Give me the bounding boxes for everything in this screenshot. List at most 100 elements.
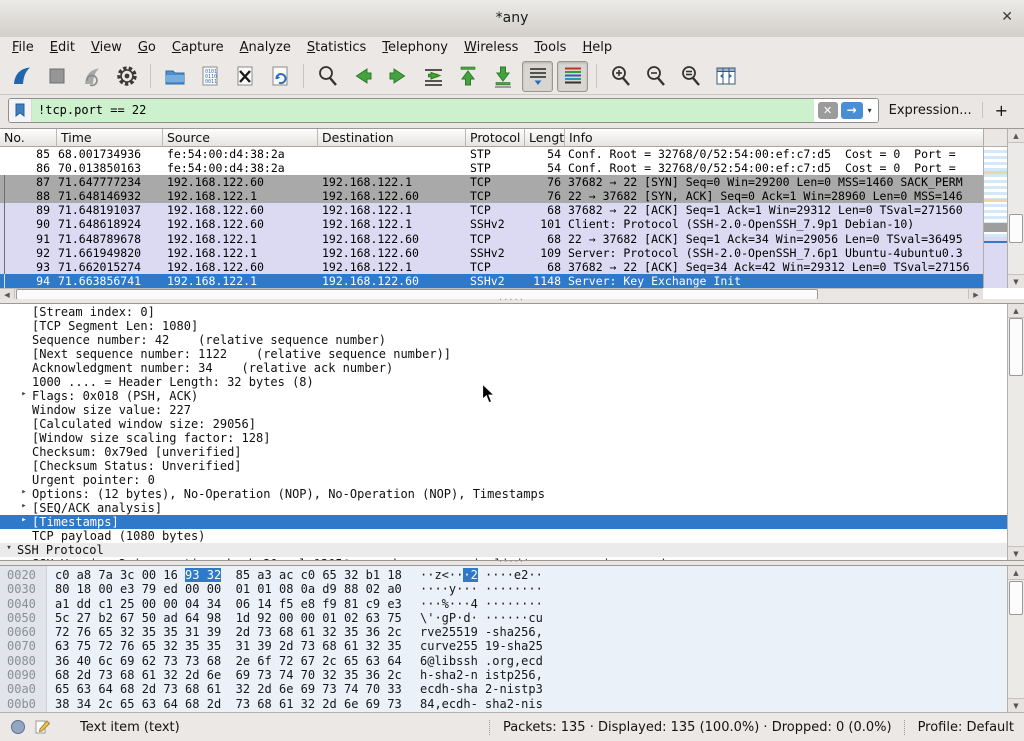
packet-row-86[interactable]: 8670.013850163fe:54:00:d4:38:2aSTP54Conf…: [0, 161, 983, 175]
zoom-in-button[interactable]: [605, 61, 636, 92]
auto-scroll-button[interactable]: [522, 61, 553, 92]
detail-row[interactable]: TCP payload (1080 bytes): [0, 529, 1007, 543]
display-filter-input[interactable]: !tcp.port == 22 ✕ → ▾: [8, 98, 879, 123]
column-header-source[interactable]: Source: [163, 129, 318, 147]
save-file-button[interactable]: 010101100011: [194, 61, 225, 92]
column-header-protocol[interactable]: Protocol: [466, 129, 525, 147]
resize-columns-button[interactable]: [710, 61, 741, 92]
detail-row[interactable]: [Stream index: 0]: [0, 305, 1007, 319]
menu-file[interactable]: File: [4, 39, 42, 56]
hex-row-0070[interactable]: 007063 75 72 76 65 32 35 35 31 39 2d 73 …: [0, 639, 1007, 653]
hex-row-00a0[interactable]: 00a065 63 64 68 2d 73 68 61 32 2d 6e 69 …: [0, 682, 1007, 696]
details-vertical-scrollbar[interactable]: ▲ ▼: [1007, 304, 1024, 560]
packet-list-vertical-scrollbar[interactable]: ▲ ▼: [1007, 129, 1024, 288]
go-back-button[interactable]: [347, 61, 378, 92]
scroll-down-arrow[interactable]: ▼: [1008, 698, 1024, 712]
detail-row[interactable]: Acknowledgment number: 34 (relative ack …: [0, 361, 1007, 375]
filter-dropdown-caret[interactable]: ▾: [866, 106, 874, 115]
column-header-destination[interactable]: Destination: [318, 129, 466, 147]
title-bar[interactable]: *any ✕: [0, 0, 1024, 38]
capture-options-button[interactable]: [111, 61, 142, 92]
menu-help[interactable]: Help: [574, 39, 620, 56]
expand-arrow[interactable]: ▸: [19, 501, 29, 511]
profile-label[interactable]: Profile: Default: [918, 720, 1014, 735]
zoom-original-button[interactable]: [675, 61, 706, 92]
detail-row[interactable]: Sequence number: 42 (relative sequence n…: [0, 333, 1007, 347]
detail-row-flags[interactable]: ▸Flags: 0x018 (PSH, ACK): [0, 389, 1007, 403]
packet-row-93[interactable]: 9371.662015274192.168.122.60192.168.122.…: [0, 260, 983, 274]
packet-row-92[interactable]: 9271.661949820192.168.122.1192.168.122.6…: [0, 246, 983, 260]
column-header-length[interactable]: Length: [525, 129, 565, 147]
menu-telephony[interactable]: Telephony: [374, 39, 456, 56]
collapse-arrow[interactable]: ▾: [4, 543, 14, 553]
detail-row-options[interactable]: ▸Options: (12 bytes), No-Operation (NOP)…: [0, 487, 1007, 501]
menu-view[interactable]: View: [83, 39, 130, 56]
find-packet-button[interactable]: [312, 61, 343, 92]
detail-row-seq-ack[interactable]: ▸[SEQ/ACK analysis]: [0, 501, 1007, 515]
scroll-up-arrow[interactable]: ▲: [1008, 566, 1024, 580]
hex-row-0080[interactable]: 008036 40 6c 69 62 73 73 68 2e 6f 72 67 …: [0, 654, 1007, 668]
packet-row-88[interactable]: 8871.648146932192.168.122.1192.168.122.6…: [0, 189, 983, 203]
detail-row[interactable]: Checksum: 0x79ed [unverified]: [0, 445, 1007, 459]
detail-row[interactable]: [TCP Segment Len: 1080]: [0, 319, 1007, 333]
capture-comment-icon[interactable]: [34, 719, 50, 735]
close-window-button[interactable]: ✕: [1001, 9, 1013, 25]
hex-row-0040[interactable]: 0040a1 dd c1 25 00 00 04 34 06 14 f5 e8 …: [0, 597, 1007, 611]
hex-row-0060[interactable]: 006072 76 65 32 35 35 31 39 2d 73 68 61 …: [0, 625, 1007, 639]
hex-row-00b0[interactable]: 00b038 34 2c 65 63 64 68 2d 73 68 61 32 …: [0, 697, 1007, 711]
packet-row-85[interactable]: 8568.001734936fe:54:00:d4:38:2aSTP54Conf…: [0, 147, 983, 161]
hex-row-0030[interactable]: 003080 18 00 e3 79 ed 00 00 01 01 08 0a …: [0, 582, 1007, 596]
menu-edit[interactable]: Edit: [42, 39, 83, 56]
display-filter-value[interactable]: !tcp.port == 22: [32, 99, 814, 122]
column-header-time[interactable]: Time: [57, 129, 163, 147]
menu-statistics[interactable]: Statistics: [299, 39, 374, 56]
scroll-up-arrow[interactable]: ▲: [1008, 304, 1024, 318]
restart-capture-button[interactable]: [76, 61, 107, 92]
packet-row-94-selected[interactable]: 9471.663856741192.168.122.1192.168.122.6…: [0, 274, 983, 288]
detail-row[interactable]: Window size value: 227: [0, 403, 1007, 417]
menu-go[interactable]: Go: [130, 39, 164, 56]
packet-row-89[interactable]: 8971.648191037192.168.122.60192.168.122.…: [0, 203, 983, 217]
add-filter-button[interactable]: +: [993, 101, 1016, 120]
stop-capture-button[interactable]: [41, 61, 72, 92]
expand-arrow[interactable]: ▸: [19, 487, 29, 497]
detail-row[interactable]: [Calculated window size: 29056]: [0, 417, 1007, 431]
expression-button[interactable]: Expression...: [889, 103, 972, 118]
reload-file-button[interactable]: [264, 61, 295, 92]
packet-row-90[interactable]: 9071.648618924192.168.122.60192.168.122.…: [0, 217, 983, 231]
packet-row-87[interactable]: 8771.647777234192.168.122.60192.168.122.…: [0, 175, 983, 189]
open-file-button[interactable]: [159, 61, 190, 92]
go-last-packet-button[interactable]: [487, 61, 518, 92]
menu-capture[interactable]: Capture: [164, 39, 232, 56]
expand-arrow[interactable]: ▸: [19, 389, 29, 399]
filter-apply-button[interactable]: →: [841, 102, 863, 119]
go-first-packet-button[interactable]: [452, 61, 483, 92]
menu-analyze[interactable]: Analyze: [232, 39, 299, 56]
detail-row[interactable]: [Checksum Status: Unverified]: [0, 459, 1007, 473]
expert-info-icon[interactable]: [10, 719, 26, 735]
colorize-packets-button[interactable]: [557, 61, 588, 92]
detail-row[interactable]: [Next sequence number: 1122 (relative se…: [0, 347, 1007, 361]
scroll-up-arrow[interactable]: ▲: [1008, 129, 1024, 143]
hex-row-0050[interactable]: 00505c 27 b2 67 50 ad 64 98 1d 92 00 00 …: [0, 611, 1007, 625]
scroll-down-arrow[interactable]: ▼: [1008, 274, 1024, 288]
detail-row[interactable]: 1000 .... = Header Length: 32 bytes (8): [0, 375, 1007, 389]
packet-minimap-scrollbar[interactable]: [983, 147, 1007, 288]
detail-row[interactable]: [Window size scaling factor: 128]: [0, 431, 1007, 445]
menu-wireless[interactable]: Wireless: [456, 39, 526, 56]
vertical-scroll-thumb[interactable]: [1009, 581, 1023, 615]
hex-vertical-scrollbar[interactable]: ▲ ▼: [1007, 566, 1024, 712]
packet-row-91[interactable]: 9171.648789678192.168.122.1192.168.122.6…: [0, 232, 983, 246]
filter-bookmark-icon[interactable]: [9, 99, 32, 122]
scroll-down-arrow[interactable]: ▼: [1008, 546, 1024, 560]
menu-tools[interactable]: Tools: [526, 39, 574, 56]
detail-row-ssh-protocol[interactable]: ▾SSH Protocol: [0, 543, 1007, 557]
start-capture-button[interactable]: [6, 61, 37, 92]
column-header-info[interactable]: Info: [565, 129, 983, 147]
detail-row[interactable]: Urgent pointer: 0: [0, 473, 1007, 487]
close-file-button[interactable]: [229, 61, 260, 92]
vertical-scroll-thumb[interactable]: [1009, 214, 1023, 243]
go-to-packet-button[interactable]: [417, 61, 448, 92]
filter-clear-button[interactable]: ✕: [818, 102, 838, 119]
go-forward-button[interactable]: [382, 61, 413, 92]
